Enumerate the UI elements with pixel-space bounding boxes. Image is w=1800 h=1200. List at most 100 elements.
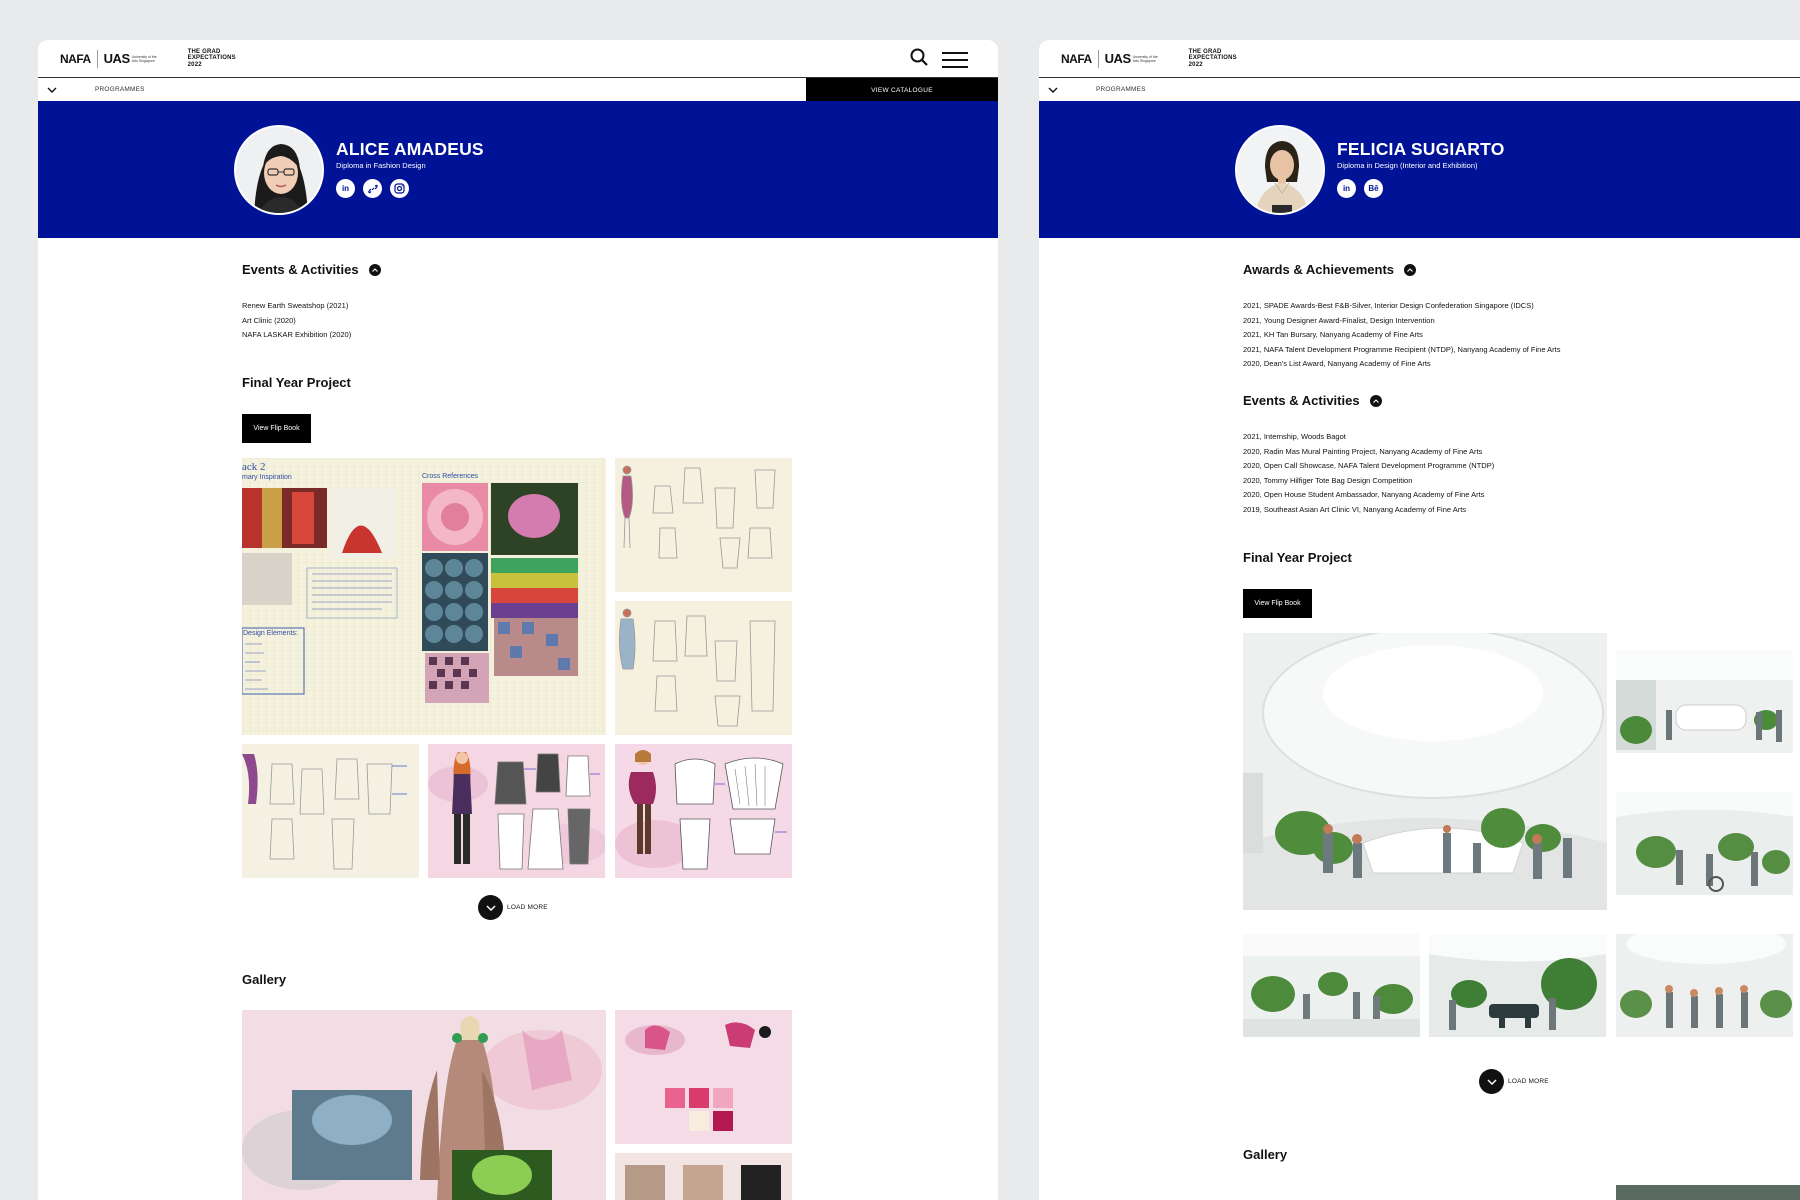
fyp-section-title: Final Year Project: [242, 375, 351, 390]
site-header: NAFA UAS University of the Arts Singapor…: [1039, 40, 1800, 77]
moodboard-reference-label: Cross References: [422, 473, 479, 480]
chevron-up-icon[interactable]: [368, 263, 381, 276]
list-item: 2020, Tommy Hilfiger Tote Bag Design Com…: [1243, 475, 1413, 485]
logo-divider: [96, 49, 98, 68]
events-list: Renew Earth Sweatshop (2021) Art Clinic …: [242, 299, 351, 343]
chevron-up-icon[interactable]: [1369, 394, 1382, 407]
gallery-title-text: Gallery: [1243, 1147, 1288, 1162]
fyp-image-sketch-3[interactable]: [242, 744, 419, 878]
events-section-title: Events & Activities: [1243, 393, 1382, 408]
grad-title-line: EXPECTATIONS: [187, 55, 236, 62]
grad-title-line: EXPECTATIONS: [1188, 55, 1237, 62]
linkedin-icon[interactable]: in: [1337, 179, 1356, 198]
chevron-up-icon[interactable]: [1404, 263, 1417, 276]
list-item: 2020, Dean's List Award, Nanyang Academy…: [1243, 359, 1431, 368]
list-item: 2021, SPADE Awards-Best F&B-Silver, Inte…: [1243, 301, 1534, 310]
events-list: 2021, Internship, Woods Bagot 2020, Radi…: [1243, 430, 1494, 517]
fyp-section-title: Final Year Project: [1243, 550, 1352, 565]
fyp-image-sketch-1[interactable]: [615, 458, 792, 592]
programmes-bar: PROGRAMMES VIEW CATALOGUE: [38, 77, 998, 102]
awards-section-title: Awards & Achievements: [1243, 262, 1417, 277]
list-item: 2021, Internship, Woods Bagot: [1243, 432, 1346, 441]
fyp-image-render-2[interactable]: [1616, 650, 1793, 753]
list-item: 2021, Young Designer Award-Finalist, Des…: [1243, 315, 1435, 325]
fyp-image-moodboard[interactable]: ack 2 mary Inspiration Cross References …: [242, 458, 606, 735]
grad-title-line: 2022: [1188, 61, 1203, 68]
grad-expectations-title[interactable]: THE GRAD EXPECTATIONS 2022: [188, 49, 236, 69]
events-section-title: Events & Activities: [242, 262, 381, 277]
avatar: [234, 125, 324, 215]
list-item: 2020, Open Call Showcase, NAFA Talent De…: [1243, 461, 1495, 470]
uas-logo-subtitle: University of the Arts Singapore: [1132, 54, 1158, 63]
browser-panel-left: NAFA UAS University of the Arts Singapor…: [38, 40, 998, 1200]
search-icon[interactable]: [910, 48, 928, 71]
menu-icon[interactable]: [942, 51, 968, 68]
uas-logo-subtitle: University of the Arts Singapore: [131, 54, 157, 63]
list-item: Renew Earth Sweatshop (2021): [242, 301, 349, 310]
moodboard-subheading: mary Inspiration: [242, 474, 292, 481]
fyp-title-text: Final Year Project: [242, 375, 351, 390]
load-more-label: LOAD MORE: [507, 904, 548, 911]
behance-icon[interactable]: Bē: [1364, 179, 1383, 198]
fyp-title-text: Final Year Project: [1243, 550, 1352, 565]
nafa-logo[interactable]: NAFA: [1061, 52, 1092, 66]
fyp-image-illustration-1[interactable]: [428, 744, 605, 878]
grad-expectations-title[interactable]: THE GRAD EXPECTATIONS 2022: [1189, 49, 1237, 69]
gallery-image-1[interactable]: [1616, 1185, 1800, 1200]
list-item: Art Clinic (2020): [242, 315, 296, 325]
nafa-logo[interactable]: NAFA: [60, 52, 91, 66]
events-title-text: Events & Activities: [1243, 393, 1360, 408]
load-more-label: LOAD MORE: [1508, 1078, 1549, 1085]
list-item: NAFA LASKAR Exhibition (2020): [242, 330, 352, 339]
uas-logo[interactable]: UAS: [104, 51, 130, 66]
student-name: ALICE AMADEUS: [336, 139, 484, 159]
view-flip-book-button[interactable]: View Flip Book: [1243, 589, 1312, 618]
chevron-down-icon[interactable]: [47, 87, 61, 93]
moodboard-design-elements-label: Design Elements:: [243, 630, 298, 637]
fyp-image-render-6[interactable]: [1616, 934, 1793, 1037]
student-programme: Diploma in Design (Interior and Exhibiti…: [1337, 161, 1478, 170]
fyp-image-render-4[interactable]: [1243, 934, 1420, 1037]
chevron-down-icon: [1479, 1069, 1504, 1094]
browser-panel-right: NAFA UAS University of the Arts Singapor…: [1039, 40, 1800, 1200]
fyp-image-render-5[interactable]: [1429, 934, 1606, 1037]
site-header: NAFA UAS University of the Arts Singapor…: [38, 40, 998, 77]
awards-title-text: Awards & Achievements: [1243, 262, 1395, 277]
fyp-image-illustration-2[interactable]: [615, 744, 792, 878]
gallery-image-palette[interactable]: [615, 1010, 792, 1144]
list-item: 2021, NAFA Talent Development Programme …: [1243, 344, 1561, 354]
awards-list: 2021, SPADE Awards-Best F&B-Silver, Inte…: [1243, 299, 1561, 372]
profile-hero: ALICE AMADEUS Diploma in Fashion Design …: [38, 101, 998, 238]
programmes-bar: PROGRAMMES: [1039, 77, 1800, 101]
list-item: 2020, Open House Student Ambassador, Nan…: [1243, 490, 1485, 499]
linkedin-icon[interactable]: in: [336, 179, 355, 198]
gallery-image-fabrics[interactable]: [615, 1153, 792, 1200]
programmes-link[interactable]: PROGRAMMES: [1096, 86, 1146, 93]
instagram-icon[interactable]: [390, 179, 409, 198]
profile-hero: FELICIA SUGIARTO Diploma in Design (Inte…: [1039, 101, 1800, 238]
fyp-image-sketch-2[interactable]: [615, 601, 792, 735]
load-more-button[interactable]: LOAD MORE: [478, 895, 548, 920]
logo-divider: [1097, 49, 1099, 68]
gallery-section-title: Gallery: [1243, 1147, 1287, 1162]
chevron-down-icon[interactable]: [1048, 87, 1062, 93]
uas-logo[interactable]: UAS: [1105, 51, 1131, 66]
student-name: FELICIA SUGIARTO: [1337, 139, 1505, 159]
grad-title-line: 2022: [187, 61, 202, 68]
fyp-image-render-main[interactable]: [1243, 633, 1607, 910]
view-flip-book-button[interactable]: View Flip Book: [242, 414, 311, 443]
view-catalogue-button[interactable]: VIEW CATALOGUE: [806, 78, 998, 102]
load-more-button[interactable]: LOAD MORE: [1479, 1069, 1549, 1094]
list-item: 2021, KH Tan Bursary, Nanyang Academy of…: [1243, 330, 1423, 339]
student-programme: Diploma in Fashion Design: [336, 161, 426, 170]
fyp-image-render-3[interactable]: [1616, 792, 1793, 895]
avatar: [1235, 125, 1325, 215]
link-icon[interactable]: [363, 179, 382, 198]
gallery-title-text: Gallery: [242, 972, 287, 987]
list-item: 2020, Radin Mas Mural Painting Project, …: [1243, 446, 1483, 456]
gallery-image-runway[interactable]: [242, 1010, 606, 1200]
programmes-link[interactable]: PROGRAMMES: [95, 86, 145, 93]
events-title-text: Events & Activities: [242, 262, 359, 277]
gallery-section-title: Gallery: [242, 972, 286, 987]
moodboard-heading: ack 2: [242, 461, 266, 473]
